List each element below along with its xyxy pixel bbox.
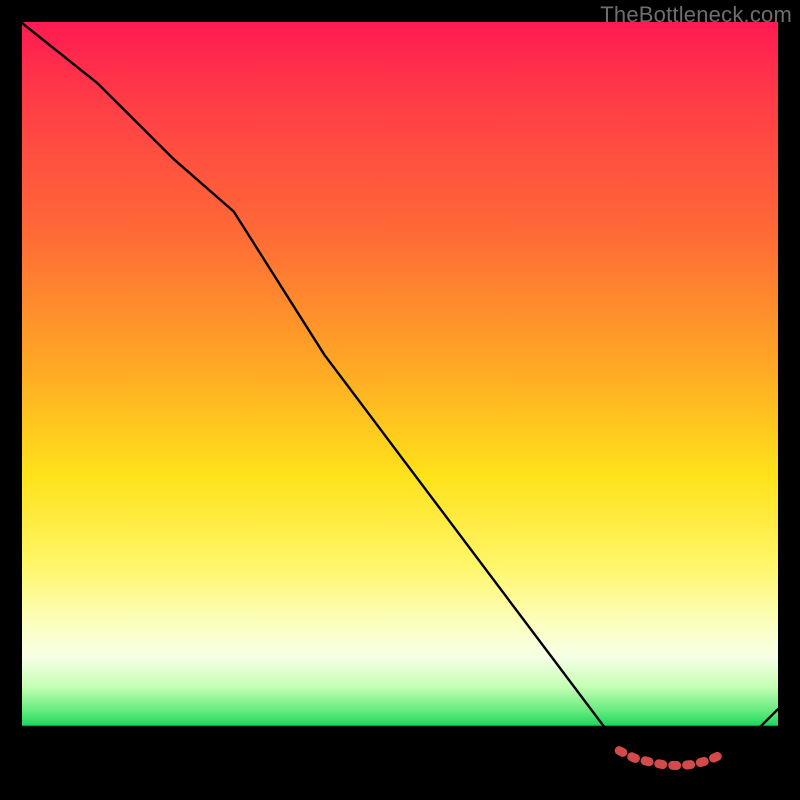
- plot-area: [22, 22, 778, 778]
- chart-svg: [22, 22, 778, 778]
- chart-stage: TheBottleneck.com: [0, 0, 800, 800]
- optimum-marker-path: [619, 751, 725, 766]
- bottleneck-curve-path: [22, 23, 778, 770]
